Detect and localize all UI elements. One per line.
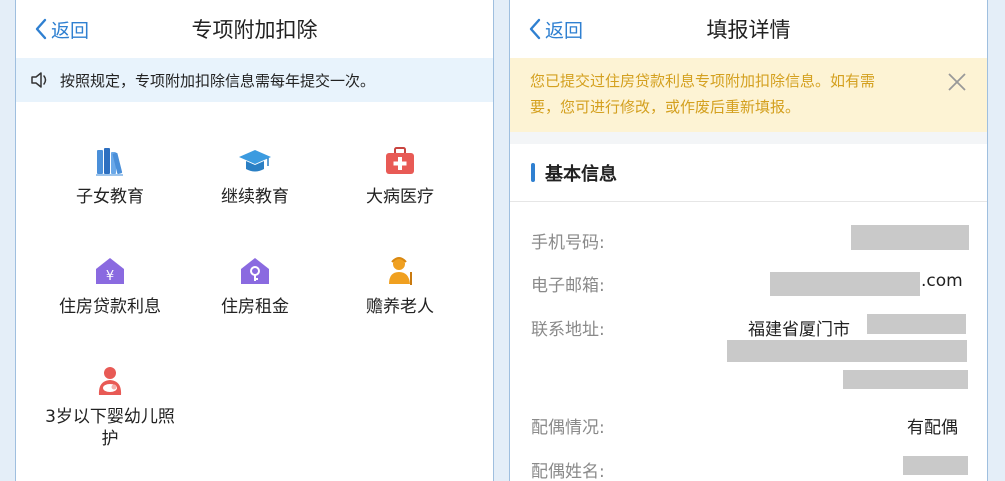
section-accent-bar: [531, 163, 535, 182]
section-title: 基本信息: [545, 163, 617, 185]
notice-text: 按照规定，专项附加扣除信息需每年提交一次。: [60, 71, 376, 90]
category-housing-rent[interactable]: 住房租金: [180, 254, 330, 318]
infant-care-icon: [93, 364, 127, 398]
category-continuing-education[interactable]: 继续教育: [180, 144, 330, 208]
page-title: 专项附加扣除: [191, 18, 318, 42]
category-label: 3岁以下婴幼儿照: [45, 407, 175, 427]
address-redacted-3: [843, 370, 968, 389]
category-label: 住房贷款利息: [59, 297, 161, 317]
category-serious-illness[interactable]: 大病医疗: [325, 144, 475, 208]
email-suffix: .com: [921, 271, 963, 291]
category-label: 子女教育: [76, 187, 144, 207]
category-grid: 子女教育 继续教育 大病医疗 ¥ 住房贷款利息 住房租金 赡养老人 3岁以下婴幼…: [16, 102, 493, 481]
address-value: 福建省厦门市: [748, 320, 850, 340]
category-label: 继续教育: [221, 187, 289, 207]
category-children-education[interactable]: 子女教育: [35, 144, 185, 208]
email-label: 电子邮箱:: [531, 276, 605, 296]
house-rent-icon: [238, 254, 272, 288]
page-title: 填报详情: [706, 18, 791, 42]
top-bar: 返回 填报详情: [510, 0, 987, 58]
address-redacted-1: [867, 314, 966, 334]
category-label: 赡养老人: [366, 297, 434, 317]
basic-info-card: 基本信息 手机号码: 电子邮箱: .com 联系地址: 福建省厦门市 配偶情况:…: [510, 144, 987, 481]
svg-text:¥: ¥: [106, 269, 114, 284]
filing-detail-screen: 返回 填报详情 您已提交过住房贷款利息专项附加扣除信息。如有需 要，您可进行修改…: [509, 0, 988, 481]
section-header: 基本信息: [510, 144, 987, 202]
elderly-icon: [383, 254, 417, 288]
deduction-categories-screen: 返回 专项附加扣除 按照规定，专项附加扣除信息需每年提交一次。 子女教育 继续教…: [15, 0, 494, 481]
back-button[interactable]: 返回: [528, 0, 583, 58]
phone-label: 手机号码:: [531, 233, 605, 253]
notice-bar: 按照规定，专项附加扣除信息需每年提交一次。: [16, 58, 493, 102]
submitted-alert: 您已提交过住房贷款利息专项附加扣除信息。如有需 要，您可进行修改，或作废后重新填…: [510, 58, 987, 132]
alert-text-line1: 您已提交过住房贷款利息专项附加扣除信息。如有需: [530, 72, 876, 90]
category-label-line2: 护: [101, 429, 119, 449]
speaker-icon: [30, 71, 52, 89]
address-redacted-2: [727, 340, 967, 362]
close-icon[interactable]: [945, 70, 969, 94]
category-elderly-support[interactable]: 赡养老人: [325, 254, 475, 318]
chevron-left-icon: [529, 18, 541, 40]
medical-kit-icon: [383, 144, 417, 178]
back-label: 返回: [545, 19, 584, 42]
back-label: 返回: [51, 19, 90, 42]
spouse-status-label: 配偶情况:: [531, 418, 605, 438]
category-label: 大病医疗: [366, 187, 434, 207]
books-icon: [93, 144, 127, 178]
category-housing-loan-interest[interactable]: ¥ 住房贷款利息: [35, 254, 185, 318]
chevron-left-icon: [35, 18, 47, 40]
email-value-redacted: [770, 272, 920, 296]
spouse-name-redacted: [903, 456, 968, 475]
back-button[interactable]: 返回: [34, 0, 89, 58]
graduation-cap-icon: [238, 144, 272, 178]
category-label: 住房租金: [221, 297, 289, 317]
spouse-status-value: 有配偶: [907, 418, 958, 438]
spouse-name-label: 配偶姓名:: [531, 462, 605, 481]
house-loan-icon: ¥: [93, 254, 127, 288]
phone-value-redacted: [851, 225, 969, 250]
address-label: 联系地址:: [531, 320, 605, 340]
alert-text-line2: 要，您可进行修改，或作废后重新填报。: [530, 98, 801, 116]
category-infant-care[interactable]: 3岁以下婴幼儿照 护: [35, 364, 185, 450]
top-bar: 返回 专项附加扣除: [16, 0, 493, 58]
